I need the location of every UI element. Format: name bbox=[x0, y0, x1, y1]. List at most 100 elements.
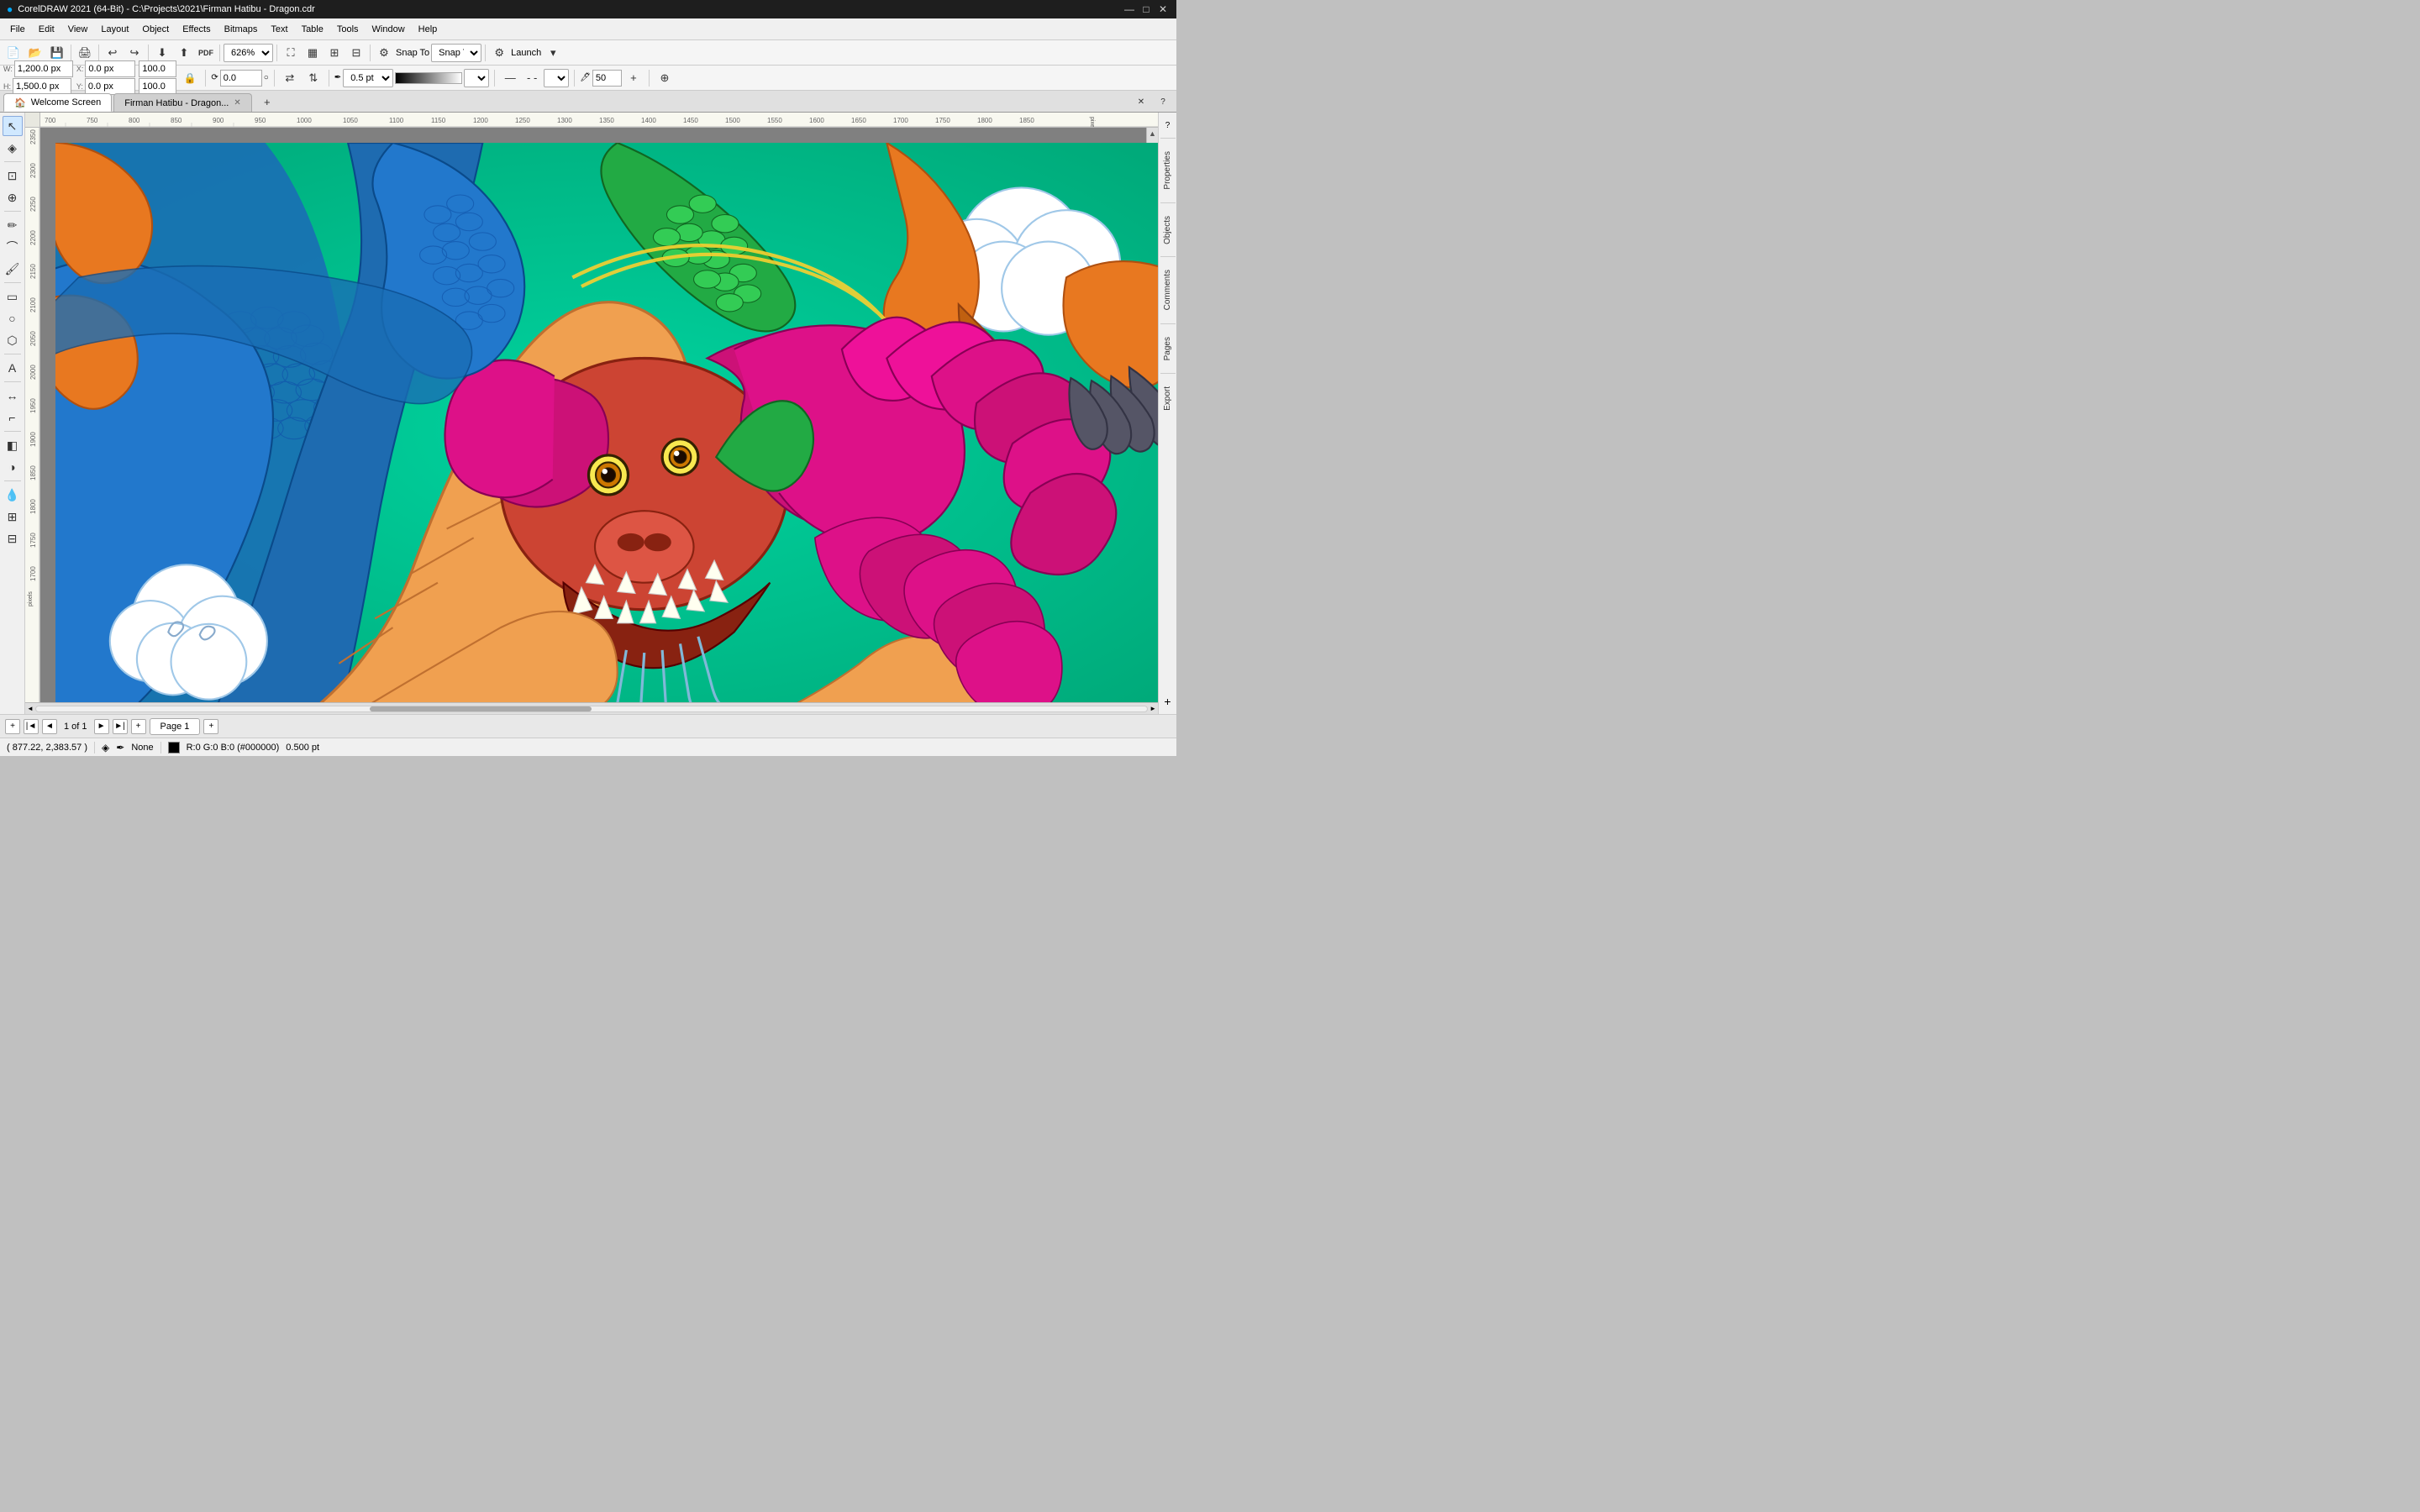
panel-add-button[interactable]: + bbox=[1159, 692, 1177, 711]
height-input[interactable] bbox=[13, 78, 71, 95]
view-grid-button[interactable]: ⊞ bbox=[324, 43, 345, 63]
text-tool[interactable]: A bbox=[3, 358, 23, 378]
outline-width-select[interactable]: 0.5 pt 1 pt 2 pt bbox=[343, 69, 393, 87]
hints-panel-icon[interactable]: ? bbox=[1160, 118, 1176, 133]
scroll-left-button[interactable]: ◄ bbox=[27, 705, 34, 712]
print-button[interactable]: 🖨 bbox=[75, 43, 95, 63]
menu-help[interactable]: Help bbox=[412, 23, 445, 36]
page-navigation: + |◄ ◄ 1 of 1 ► ►| + Page 1 + bbox=[0, 714, 1176, 738]
more-options-button[interactable]: ⊕ bbox=[655, 68, 675, 88]
rectangle-tool[interactable]: ▭ bbox=[3, 286, 23, 307]
import-button[interactable]: ⬇ bbox=[152, 43, 172, 63]
view-guides-button[interactable]: ⊟ bbox=[346, 43, 366, 63]
dimension-tool[interactable]: ↔ bbox=[3, 386, 23, 406]
menu-bitmaps[interactable]: Bitmaps bbox=[218, 23, 265, 36]
last-page-button[interactable]: ►| bbox=[113, 719, 128, 734]
pages-panel-tab[interactable]: Pages bbox=[1160, 329, 1175, 368]
nib-up-button[interactable]: + bbox=[623, 68, 644, 88]
save-button[interactable]: 💾 bbox=[47, 43, 67, 63]
export-button[interactable]: ⬆ bbox=[174, 43, 194, 63]
dash-btn1[interactable]: — bbox=[500, 68, 520, 88]
menu-file[interactable]: File bbox=[3, 23, 32, 36]
hints-button[interactable]: ? bbox=[1153, 92, 1173, 112]
scroll-thumb-h[interactable] bbox=[370, 706, 592, 711]
lock-ratio-button[interactable]: 🔒 bbox=[180, 68, 200, 88]
ellipse-tool[interactable]: ○ bbox=[3, 308, 23, 328]
zoom-tool[interactable]: ⊕ bbox=[3, 187, 23, 207]
connector-tool[interactable]: ⌐ bbox=[3, 407, 23, 428]
smart-fill-tool[interactable]: ⊟ bbox=[3, 528, 23, 549]
horizontal-scrollbar[interactable]: ◄ ► bbox=[25, 702, 1158, 714]
node-edit-tool[interactable]: ◈ bbox=[3, 138, 23, 158]
add-page-start-button[interactable]: + bbox=[5, 719, 20, 734]
bezier-tool[interactable]: ⌒ bbox=[3, 237, 23, 257]
open-button[interactable]: 📂 bbox=[25, 43, 45, 63]
nib-size-input[interactable] bbox=[592, 70, 622, 87]
export-panel-tab[interactable]: Export bbox=[1160, 379, 1175, 418]
full-screen-button[interactable]: ⛶ bbox=[281, 43, 301, 63]
add-page-button[interactable]: + bbox=[203, 719, 218, 734]
add-page-end-button[interactable]: + bbox=[131, 719, 146, 734]
flip-h-button[interactable]: ⇄ bbox=[280, 68, 300, 88]
menu-edit[interactable]: Edit bbox=[32, 23, 61, 36]
launch-dropdown[interactable]: ▾ bbox=[543, 43, 563, 63]
menu-text[interactable]: Text bbox=[264, 23, 294, 36]
angle-input[interactable] bbox=[220, 70, 262, 87]
new-tab-button[interactable]: + bbox=[257, 92, 277, 112]
view-mode-button[interactable]: ▦ bbox=[302, 43, 323, 63]
y-input[interactable] bbox=[85, 78, 135, 95]
menu-tools[interactable]: Tools bbox=[330, 23, 366, 36]
menu-object[interactable]: Object bbox=[135, 23, 176, 36]
polygon-tool[interactable]: ⬡ bbox=[3, 330, 23, 350]
tab-close-icon[interactable]: ✕ bbox=[234, 98, 240, 108]
add-panel-icon[interactable]: + bbox=[1160, 694, 1176, 709]
options-button[interactable]: ⚙ bbox=[489, 43, 509, 63]
tab-document[interactable]: Firman Hatibu - Dragon... ✕ bbox=[113, 93, 252, 112]
dash-select[interactable]: ▾ bbox=[544, 69, 569, 87]
prev-page-button[interactable]: ◄ bbox=[42, 719, 57, 734]
next-page-button[interactable]: ► bbox=[94, 719, 109, 734]
x-input[interactable] bbox=[85, 60, 135, 77]
panel-sep2 bbox=[1160, 202, 1176, 203]
snap-to-select[interactable]: Snap To bbox=[431, 44, 481, 62]
maximize-button[interactable]: □ bbox=[1139, 3, 1153, 16]
comments-panel-tab[interactable]: Comments bbox=[1160, 262, 1175, 318]
fill-tool[interactable]: ⊞ bbox=[3, 507, 23, 527]
crop-tool[interactable]: ⊡ bbox=[3, 165, 23, 186]
menu-layout[interactable]: Layout bbox=[94, 23, 135, 36]
export-pdf-button[interactable]: PDF bbox=[196, 43, 216, 63]
flip-v-button[interactable]: ⇅ bbox=[303, 68, 324, 88]
h-scale-input[interactable] bbox=[139, 78, 176, 95]
scroll-right-button[interactable]: ► bbox=[1150, 705, 1156, 712]
properties-panel-tab[interactable]: Properties bbox=[1160, 144, 1175, 197]
snap-settings-button[interactable]: ⚙ bbox=[374, 43, 394, 63]
color-select[interactable]: ▾ bbox=[464, 69, 489, 87]
close-button[interactable]: ✕ bbox=[1156, 3, 1170, 16]
menu-table[interactable]: Table bbox=[295, 23, 330, 36]
first-page-button[interactable]: |◄ bbox=[24, 719, 39, 734]
drawing-canvas[interactable] bbox=[55, 143, 1158, 702]
page-1-tab[interactable]: Page 1 bbox=[150, 718, 201, 735]
shadow-tool[interactable]: ◧ bbox=[3, 435, 23, 455]
eyedropper-tool[interactable]: 💧 bbox=[3, 485, 23, 505]
menu-effects[interactable]: Effects bbox=[176, 23, 217, 36]
objects-panel-tab[interactable]: Objects bbox=[1160, 208, 1175, 252]
scroll-up-button[interactable]: ▲ bbox=[1147, 128, 1159, 139]
menu-view[interactable]: View bbox=[61, 23, 95, 36]
menu-window[interactable]: Window bbox=[366, 23, 412, 36]
color-swatch[interactable] bbox=[395, 72, 462, 84]
tab-welcome[interactable]: 🏠 Welcome Screen bbox=[3, 93, 112, 112]
transparency-tool[interactable]: ◑ bbox=[3, 457, 23, 477]
redo-button[interactable]: ↪ bbox=[124, 43, 145, 63]
zoom-select[interactable]: 626% 400% 200% 100% 75% 50% bbox=[224, 44, 273, 62]
minimize-button[interactable]: — bbox=[1123, 3, 1136, 16]
close-panel-button[interactable]: ✕ bbox=[1131, 92, 1151, 112]
dash-btn2[interactable]: - - bbox=[522, 68, 542, 88]
undo-button[interactable]: ↩ bbox=[103, 43, 123, 63]
w-scale-input[interactable] bbox=[139, 60, 176, 77]
width-input[interactable] bbox=[14, 60, 73, 77]
artistic-media-tool[interactable]: 🖌 bbox=[3, 259, 23, 279]
new-button[interactable]: 📄 bbox=[3, 43, 24, 63]
select-tool[interactable]: ↖ bbox=[3, 116, 23, 136]
freehand-tool[interactable]: ✏ bbox=[3, 215, 23, 235]
